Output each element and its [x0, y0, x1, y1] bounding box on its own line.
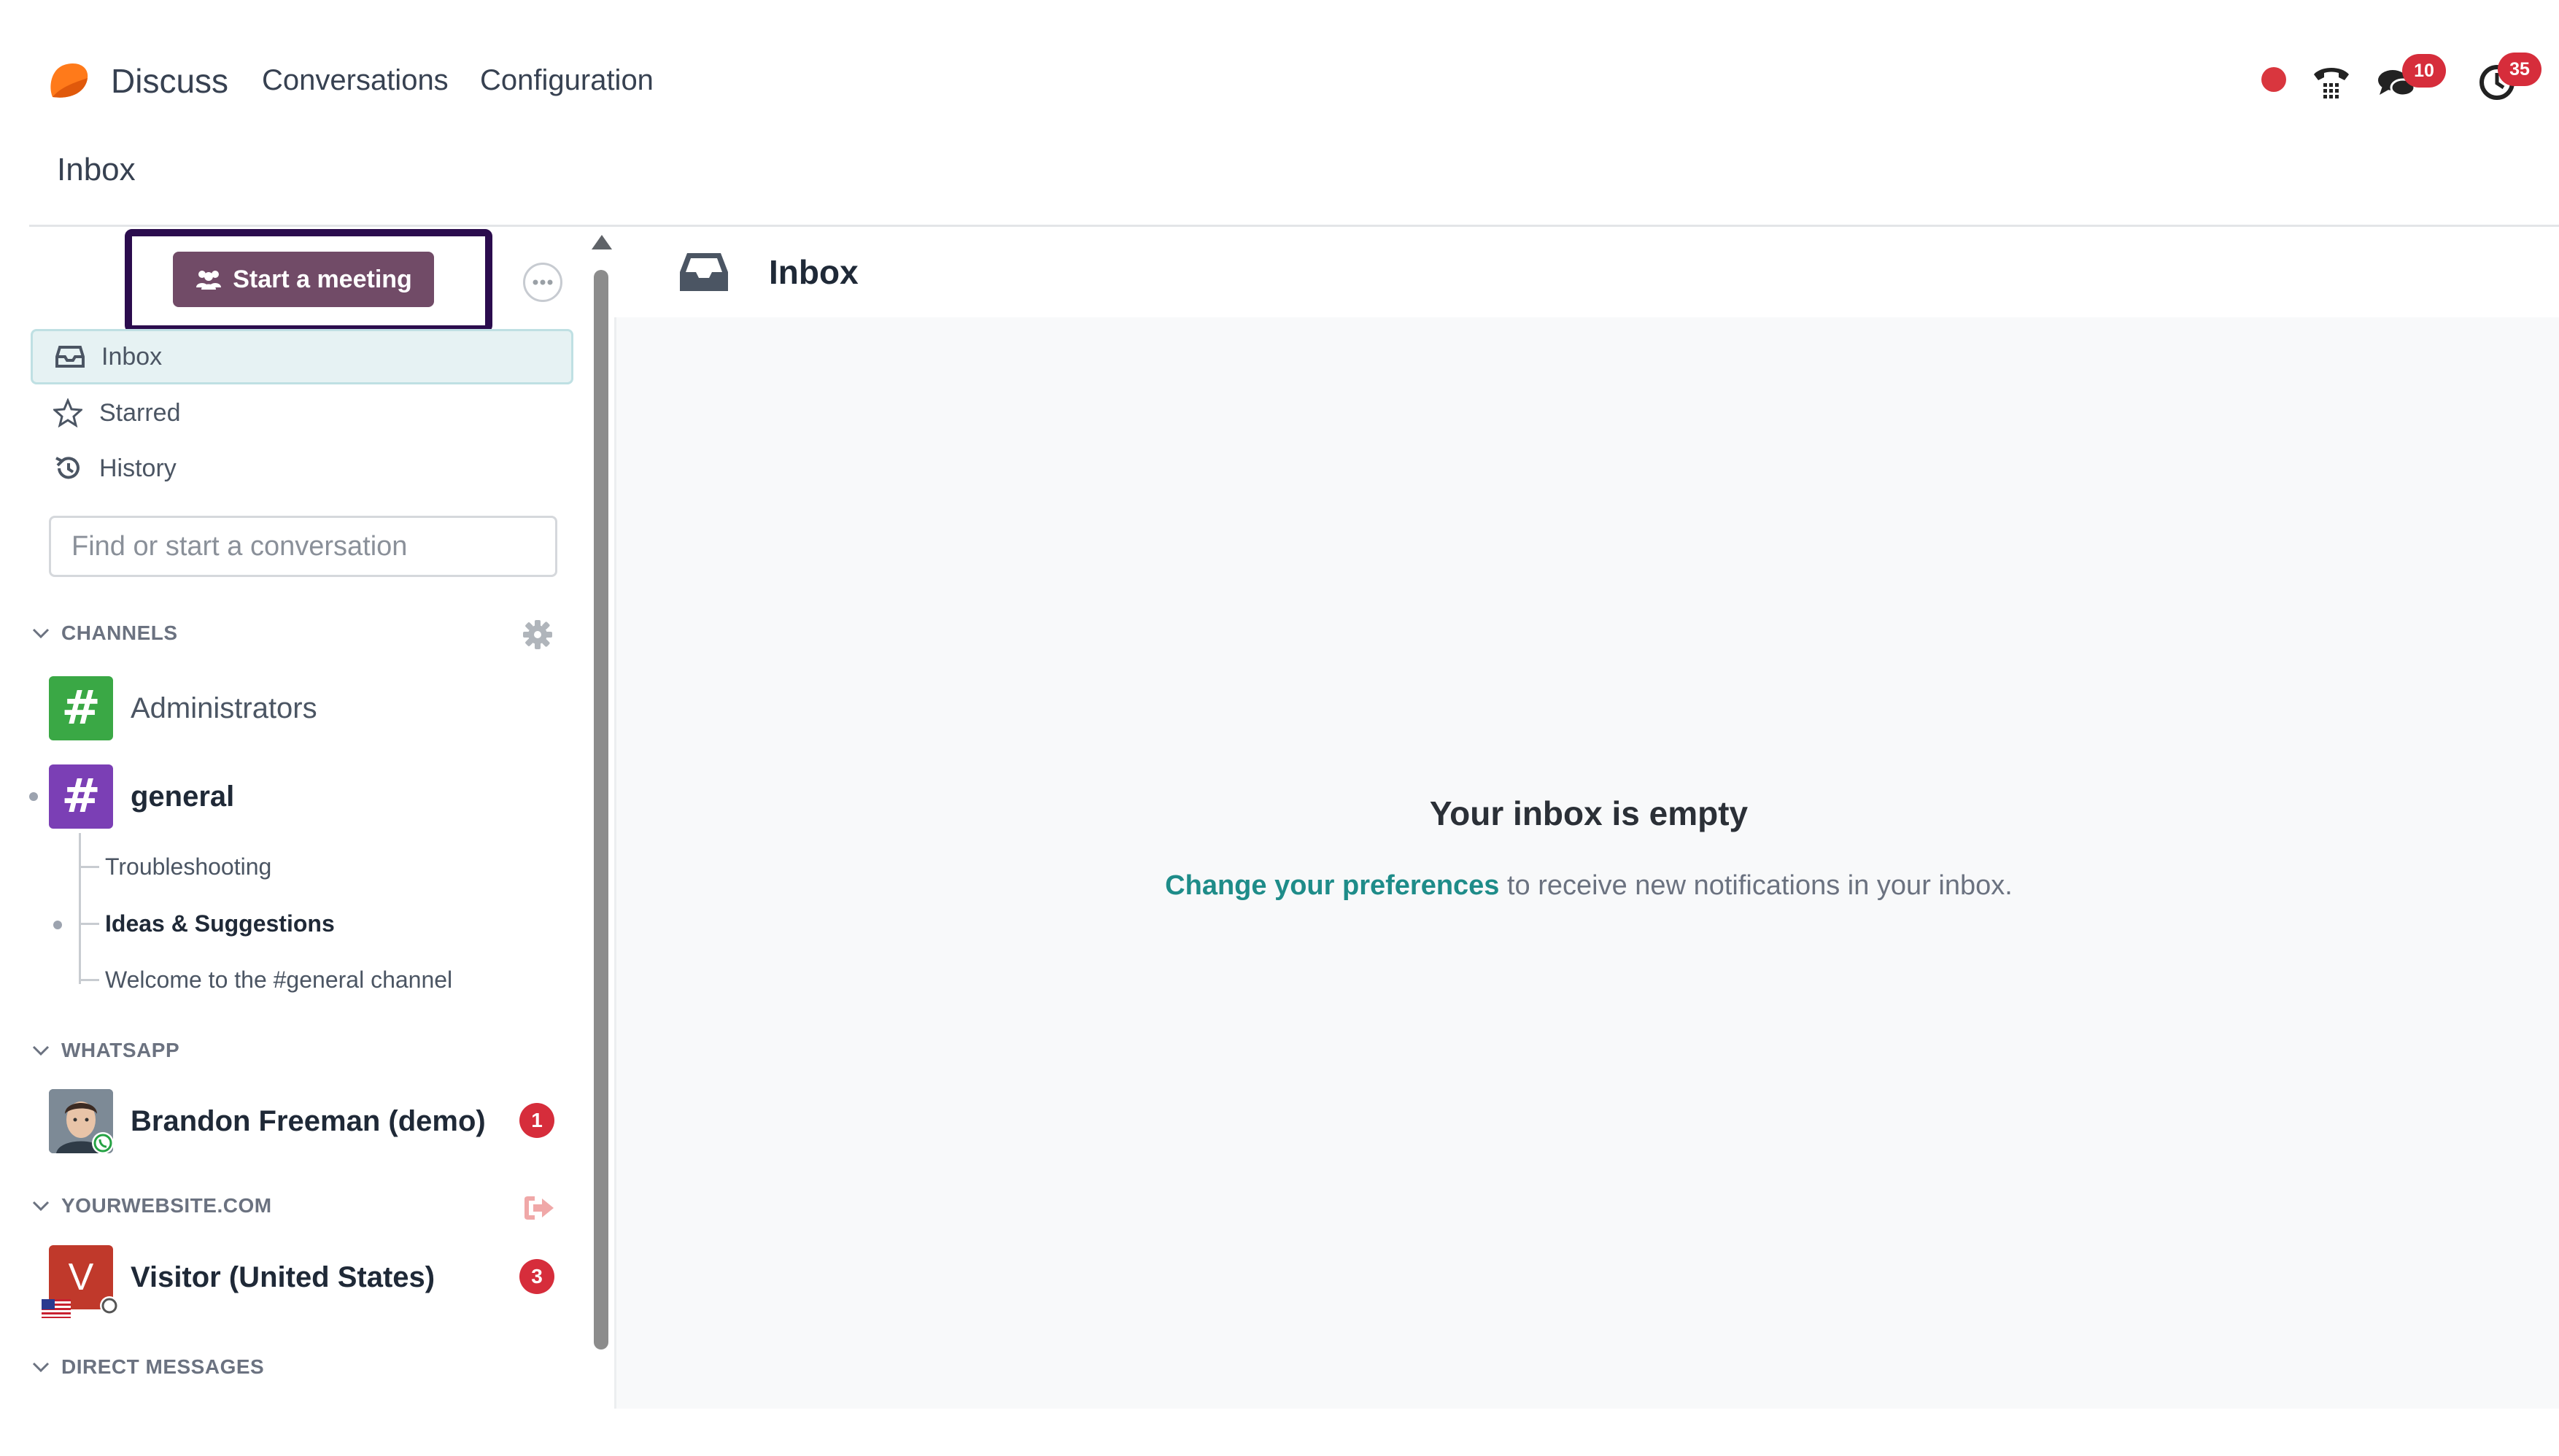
- top-navbar: Discuss Conversations Configuration 10 3…: [0, 0, 2559, 146]
- activity-count-badge: 35: [2498, 53, 2541, 86]
- contact-name: Visitor (United States): [131, 1261, 435, 1293]
- sidebar-item-label: History: [99, 454, 177, 482]
- category-label: DIRECT MESSAGES: [61, 1355, 265, 1378]
- discuss-logo-icon[interactable]: [45, 59, 90, 104]
- channel-avatar: #: [49, 676, 113, 740]
- offline-status-icon: [100, 1296, 119, 1315]
- unread-count-badge: 3: [519, 1259, 554, 1294]
- scrollbar-thumb[interactable]: [594, 270, 608, 1349]
- thread-content: Your inbox is empty Change your preferen…: [614, 317, 2559, 1409]
- category-channels-toggle[interactable]: CHANNELS: [31, 621, 178, 645]
- empty-state-text: to receive new notifications in your inb…: [1499, 870, 2013, 901]
- inbox-icon: [53, 340, 87, 373]
- category-label: YOURWEBSITE.COM: [61, 1194, 272, 1217]
- chevron-down-icon: [32, 1362, 50, 1373]
- sidebar-item-inbox[interactable]: Inbox: [31, 329, 573, 384]
- inbox-icon: [680, 253, 728, 291]
- empty-state-title: Your inbox is empty: [1429, 794, 1749, 832]
- sidebar-item-history[interactable]: History: [31, 441, 573, 496]
- app-brand-name[interactable]: Discuss: [111, 61, 228, 101]
- change-preferences-link[interactable]: Change your preferences: [1165, 870, 1499, 901]
- empty-state-message: Change your preferences to receive new n…: [616, 870, 2559, 902]
- phone-icon[interactable]: [2311, 61, 2352, 102]
- more-options-button[interactable]: [523, 263, 562, 302]
- gear-icon[interactable]: [522, 619, 554, 651]
- unread-indicator: [29, 792, 38, 801]
- channel-name: Administrators: [131, 692, 317, 724]
- sidebar-item-label: Starred: [99, 398, 181, 427]
- find-conversation-input[interactable]: [49, 516, 557, 577]
- channel-general[interactable]: # general: [49, 764, 234, 829]
- sub-thread-label: Welcome to the #general channel: [105, 967, 453, 993]
- highlight-box: [125, 229, 492, 333]
- avatar: V: [42, 1245, 119, 1318]
- sub-thread-troubleshooting[interactable]: Troubleshooting: [79, 853, 271, 880]
- chevron-down-icon: [32, 628, 50, 639]
- sidebar-item-starred[interactable]: Starred: [31, 385, 573, 441]
- sub-thread-ideas-suggestions[interactable]: Ideas & Suggestions: [79, 910, 335, 937]
- category-website-toggle[interactable]: YOURWEBSITE.COM: [31, 1194, 272, 1217]
- channel-avatar: #: [49, 764, 113, 829]
- nav-configuration[interactable]: Configuration: [480, 64, 654, 97]
- chevron-down-icon: [32, 1201, 50, 1212]
- contact-visitor-us[interactable]: V Visitor (United States): [42, 1244, 435, 1318]
- contact-brandon-freeman[interactable]: Brandon Freeman (demo): [49, 1088, 486, 1154]
- sub-thread-label: Troubleshooting: [105, 853, 272, 880]
- nav-conversations[interactable]: Conversations: [262, 64, 449, 97]
- thread-title: Inbox: [769, 253, 859, 291]
- us-flag-icon: [42, 1299, 71, 1318]
- sub-thread-label: Ideas & Suggestions: [105, 910, 335, 937]
- thread-header: Inbox: [614, 227, 2559, 317]
- unread-count-badge: 1: [519, 1103, 554, 1138]
- whatsapp-icon: [92, 1132, 113, 1153]
- channel-name: general: [131, 780, 235, 813]
- breadcrumb: Inbox: [57, 152, 136, 187]
- recording-indicator-icon[interactable]: [2261, 67, 2286, 92]
- category-label: WHATSAPP: [61, 1039, 180, 1061]
- leave-icon[interactable]: [522, 1193, 555, 1223]
- category-whatsapp-toggle[interactable]: WHATSAPP: [31, 1039, 179, 1062]
- unread-indicator: [53, 921, 62, 929]
- category-label: CHANNELS: [61, 621, 178, 644]
- star-icon: [51, 396, 85, 430]
- channel-administrators[interactable]: # Administrators: [49, 675, 317, 741]
- avatar: [49, 1089, 113, 1153]
- chevron-down-icon: [32, 1045, 50, 1056]
- sidebar-item-label: Inbox: [101, 342, 163, 371]
- category-direct-messages-toggle[interactable]: DIRECT MESSAGES: [31, 1355, 264, 1379]
- ellipsis-icon: [533, 279, 553, 285]
- contact-name: Brandon Freeman (demo): [131, 1104, 486, 1137]
- messages-count-badge: 10: [2402, 54, 2446, 88]
- history-icon: [51, 452, 85, 485]
- sub-thread-welcome-general[interactable]: Welcome to the #general channel: [79, 967, 452, 994]
- scroll-up-arrow-icon[interactable]: [592, 235, 612, 249]
